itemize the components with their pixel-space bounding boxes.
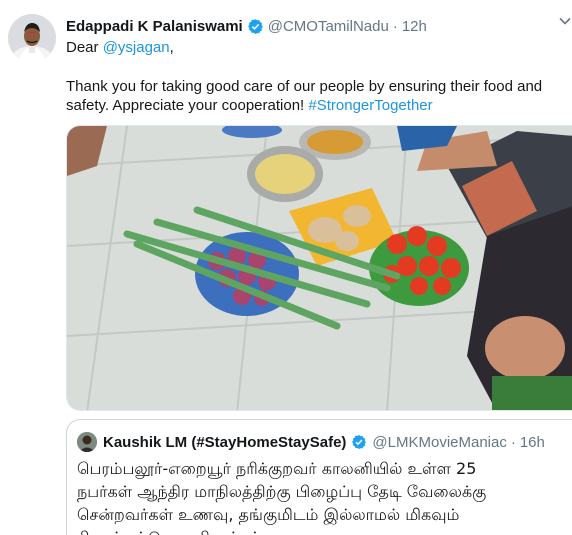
quoted-author-name[interactable]: Kaushik LM (#StayHomeStaySafe) bbox=[103, 434, 346, 451]
hashtag-link[interactable]: #StrongerTogether bbox=[308, 97, 432, 114]
chevron-down-icon[interactable] bbox=[558, 14, 572, 28]
quoted-tweet-timestamp[interactable]: 16h bbox=[520, 434, 545, 451]
verified-badge-icon bbox=[352, 435, 367, 449]
quoted-author-handle[interactable]: @LMKMovieManiac bbox=[372, 434, 506, 451]
tweet-header: Edappadi K Palaniswami @CMOTamilNadu · 1… bbox=[66, 16, 427, 36]
photo-vegetables bbox=[67, 126, 572, 410]
author-avatar[interactable] bbox=[8, 14, 56, 62]
quoted-tweet-text-line-4: சிரமப்பட்டு வருகிறார்கள். bbox=[77, 526, 267, 535]
quoted-tweet-header: Kaushik LM (#StayHomeStaySafe) @LMKMovie… bbox=[103, 432, 545, 452]
author-handle[interactable]: @CMOTamilNadu bbox=[268, 18, 389, 35]
quoted-tweet-text-line-3: சென்றவர்கள் உணவு, தங்குமிடம் இல்லாமல் மி… bbox=[77, 505, 460, 524]
tweet-text-line-2: Thank you for taking good care of our pe… bbox=[66, 78, 543, 95]
tweet-text-segment: safety. Appreciate your cooperation! bbox=[66, 97, 309, 114]
quoted-tweet-text-line-2: நபர்கள் ஆந்திர மாநிலத்திற்கு பிழைப்பு தே… bbox=[77, 482, 487, 501]
quoted-author-avatar[interactable] bbox=[77, 432, 97, 452]
tweet[interactable]: Edappadi K Palaniswami @CMOTamilNadu · 1… bbox=[0, 0, 572, 535]
greeting-text: Dear bbox=[66, 39, 103, 56]
tweet-photo[interactable] bbox=[66, 125, 572, 411]
author-name[interactable]: Edappadi K Palaniswami bbox=[66, 18, 243, 35]
quoted-tweet-text-line-1: பெரம்பலூர்-எறையூர் நரிக்குறவர் காலனியில்… bbox=[77, 459, 477, 478]
tweet-text-line-1: Dear @ysjagan, bbox=[66, 38, 174, 58]
separator-dot: · bbox=[510, 433, 516, 451]
verified-badge-icon bbox=[247, 18, 263, 34]
separator-dot: · bbox=[392, 17, 398, 35]
mention-link[interactable]: @ysjagan bbox=[103, 39, 170, 56]
greeting-comma: , bbox=[169, 39, 174, 56]
quoted-tweet[interactable]: Kaushik LM (#StayHomeStaySafe) @LMKMovie… bbox=[66, 419, 572, 535]
tweet-text-line-3: safety. Appreciate your cooperation! #St… bbox=[66, 96, 433, 116]
tweet-timestamp[interactable]: 12h bbox=[402, 18, 427, 35]
